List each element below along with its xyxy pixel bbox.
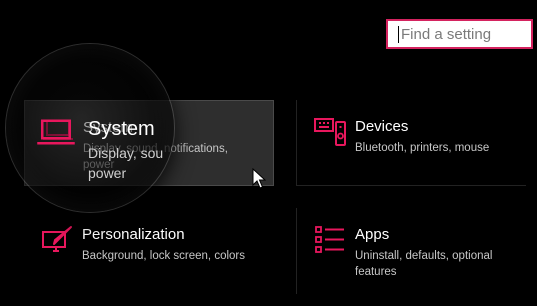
tile-personalization-description: Background, lock screen, colors [82,250,245,262]
tile-devices[interactable]: Devices Bluetooth, printers, mouse [296,100,526,186]
tile-system-description: Display, sound, notifications, power [83,143,228,171]
personalization-icon [32,225,82,265]
tile-system[interactable]: System Display, sound, notifications, po… [24,100,274,186]
apps-list-icon [305,225,355,265]
tile-devices-description: Bluetooth, printers, mouse [355,142,490,154]
tile-system-title: System [83,119,134,136]
tile-personalization[interactable]: Personalization Background, lock screen,… [24,208,274,294]
devices-icon [305,117,355,157]
laptop-icon [33,118,83,158]
tile-apps-title: Apps [355,226,390,243]
tile-apps[interactable]: Apps Uninstall, defaults, optional featu… [296,208,526,294]
tile-devices-title: Devices [355,118,409,135]
search-box[interactable] [386,19,533,49]
search-input[interactable] [399,22,521,46]
tile-apps-description: Uninstall, defaults, optional features [355,250,493,278]
tile-personalization-title: Personalization [82,226,185,243]
